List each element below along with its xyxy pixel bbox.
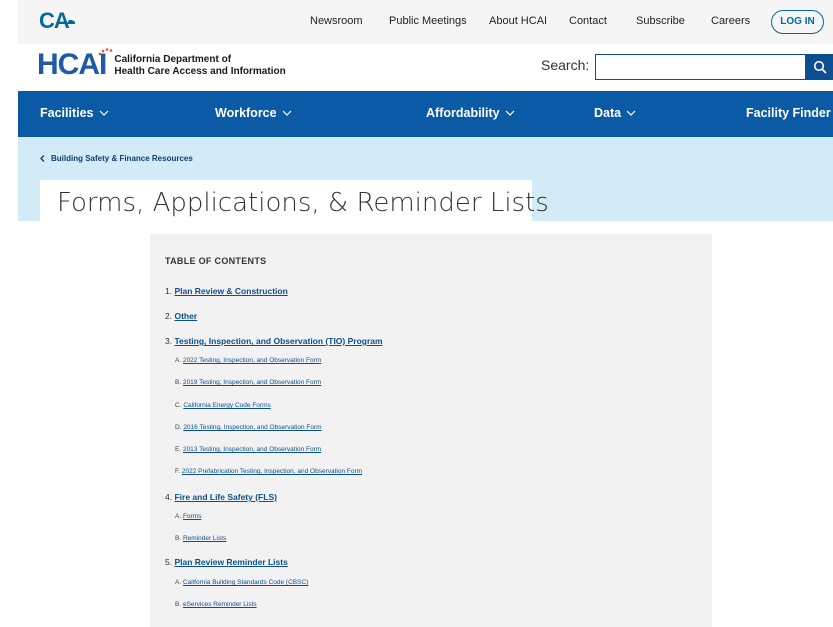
toc-link-eservices-reminder-lists[interactable]: eServices Reminder Lists (183, 601, 257, 608)
search-icon (813, 60, 827, 74)
toc-link-other[interactable]: Other (174, 311, 197, 321)
toc-letter: B. (175, 379, 183, 386)
toc-link-cbsc[interactable]: California Building Standards Code (CBSC… (183, 579, 308, 586)
chevron-left-icon (40, 155, 45, 162)
nav-label: Facilities (40, 106, 94, 120)
toc-subitem: F. 2022 Prefabrication Testing, Inspecti… (175, 468, 362, 475)
hcai-logo[interactable]: HCAI California Department of Health Car… (37, 48, 286, 81)
chevron-down-icon (626, 110, 636, 116)
toc-link-2019-tio-form[interactable]: 2019 Testing, Inspection, and Observatio… (183, 379, 321, 386)
nav-data[interactable]: Data (594, 106, 636, 120)
table-of-contents: TABLE OF CONTENTS 1. Plan Review & Const… (150, 234, 712, 627)
nav-label: Workforce (215, 106, 277, 120)
nav-facilities[interactable]: Facilities (40, 106, 109, 120)
toc-subitem: C. California Energy Code Forms (175, 402, 271, 409)
toc-subitem: B. Reminder Lists (175, 535, 226, 542)
toc-link-2022-tio-form[interactable]: 2022 Testing, Inspection, and Observatio… (183, 357, 321, 364)
toc-subitem: B. eServices Reminder Lists (175, 601, 257, 608)
page-title: Forms, Applications, & Reminder Lists (57, 188, 549, 218)
org-name: California Department of Health Care Acc… (114, 54, 285, 78)
toc-letter: A. (175, 513, 183, 520)
nav-workforce[interactable]: Workforce (215, 106, 292, 120)
breadcrumb[interactable]: Building Safety & Finance Resources (40, 154, 193, 163)
nav-label: Facility Finder (746, 106, 831, 120)
search-button[interactable] (806, 54, 833, 80)
toc-link-plan-review[interactable]: Plan Review & Construction (174, 286, 287, 296)
org-name-line1: California Department of (114, 54, 232, 65)
toc-letter: F. (175, 468, 182, 475)
brand-header: HCAI California Department of Health Car… (18, 44, 833, 91)
toc-link-2022-prefab-tio-form[interactable]: 2022 Prefabrication Testing, Inspection,… (182, 468, 362, 475)
chevron-down-icon (505, 110, 515, 116)
bear-icon (66, 20, 75, 24)
toc-link-plan-review-reminder-lists[interactable]: Plan Review Reminder Lists (174, 557, 287, 567)
toc-link-2016-tio-form[interactable]: 2016 Testing, Inspection, and Observatio… (183, 424, 321, 431)
careers-link[interactable]: Careers (711, 15, 750, 27)
about-hcai-link[interactable]: About HCAI (489, 15, 547, 27)
toc-item: 1. Plan Review & Construction (165, 286, 288, 296)
toc-item: 3. Testing, Inspection, and Observation … (165, 336, 383, 346)
toc-subitem: E. 2013 Testing, Inspection, and Observa… (175, 446, 321, 453)
ca-logo-text: CA (39, 8, 70, 33)
breadcrumb-label: Building Safety & Finance Resources (51, 154, 193, 163)
toc-letter: A. (175, 357, 183, 364)
toc-letter: B. (175, 535, 183, 542)
public-meetings-link[interactable]: Public Meetings (389, 15, 467, 27)
search-input[interactable] (595, 54, 806, 80)
toc-link-fls-forms[interactable]: Forms (183, 513, 201, 520)
org-name-line2: Health Care Access and Information (114, 66, 286, 77)
toc-item: 4. Fire and Life Safety (FLS) (165, 492, 277, 502)
nav-affordability[interactable]: Affordability (426, 106, 515, 120)
toc-link-tio-program[interactable]: Testing, Inspection, and Observation (TI… (174, 336, 382, 346)
subscribe-link[interactable]: Subscribe (636, 15, 685, 27)
login-button[interactable]: LOG IN (771, 10, 824, 34)
chevron-down-icon (99, 110, 108, 116)
toc-subitem: D. 2016 Testing, Inspection, and Observa… (175, 424, 322, 431)
logo-dots-icon (98, 48, 113, 56)
main-navigation: Facilities Workforce Affordability Data … (18, 91, 833, 137)
nav-label: Data (594, 106, 622, 120)
toc-link-fls[interactable]: Fire and Life Safety (FLS) (174, 492, 277, 502)
toc-link-fls-reminder-lists[interactable]: Reminder Lists (183, 535, 226, 542)
toc-link-energy-code-forms[interactable]: California Energy Code Forms (183, 402, 270, 409)
toc-item: 5. Plan Review Reminder Lists (165, 557, 288, 567)
search-label: Search: (541, 57, 590, 73)
newsroom-link[interactable]: Newsroom (310, 15, 363, 27)
toc-letter: A. (175, 579, 183, 586)
toc-link-2013-tio-form[interactable]: 2013 Testing, Inspection, and Observatio… (183, 446, 321, 453)
toc-subitem: B. 2019 Testing, Inspection, and Observa… (175, 379, 321, 386)
title-card: Forms, Applications, & Reminder Lists (40, 180, 549, 221)
toc-letter: E. (175, 446, 183, 453)
utility-bar: CA Newsroom Public Meetings About HCAI C… (18, 0, 833, 44)
toc-item: 2. Other (165, 311, 197, 321)
toc-letter: B. (175, 601, 183, 608)
nav-facility-finder[interactable]: Facility Finder (746, 106, 831, 120)
toc-subitem: A. Forms (175, 513, 201, 520)
toc-heading: TABLE OF CONTENTS (165, 256, 267, 266)
hcai-logo-text: HCAI (37, 48, 107, 81)
ca-gov-logo[interactable]: CA (39, 8, 76, 33)
nav-label: Affordability (426, 106, 500, 120)
chevron-down-icon (282, 110, 292, 116)
toc-subitem: A. 2022 Testing, Inspection, and Observa… (175, 357, 321, 364)
toc-subitem: A. California Building Standards Code (C… (175, 579, 308, 586)
contact-link[interactable]: Contact (569, 15, 607, 27)
